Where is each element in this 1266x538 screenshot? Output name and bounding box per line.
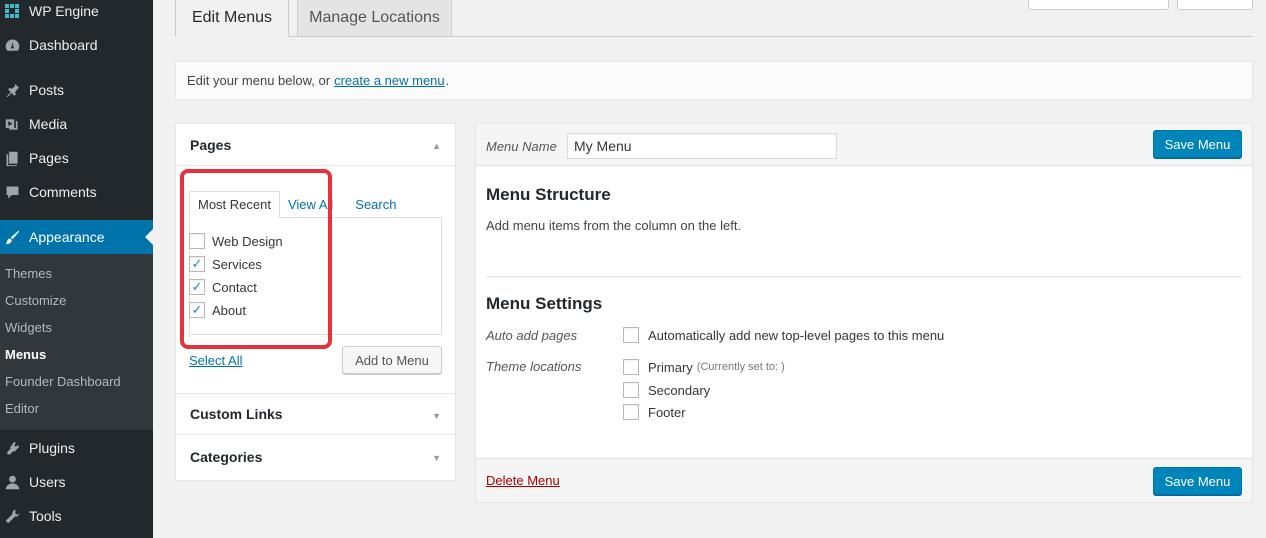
submenu-item-themes[interactable]: Themes	[5, 266, 52, 281]
submenu-item-founder-dashboard[interactable]: Founder Dashboard	[5, 374, 121, 389]
sidebar-item-comments[interactable]: Comments	[0, 175, 153, 209]
location-label: Footer	[648, 404, 686, 420]
user-icon	[2, 472, 22, 492]
save-menu-button-bottom[interactable]: Save Menu	[1153, 467, 1242, 495]
sidebar-item-label: Appearance	[29, 229, 105, 245]
comment-icon	[2, 182, 22, 202]
menu-settings-title: Menu Settings	[486, 294, 603, 313]
plugin-icon	[2, 438, 22, 458]
location-note: (Currently set to: )	[696, 361, 785, 373]
auto-add-pages-option[interactable]: Automatically add new top-level pages to…	[623, 327, 944, 343]
section-divider	[486, 276, 1242, 277]
notice-text: Edit your menu below, or	[187, 73, 331, 88]
submenu-item-customize[interactable]: Customize	[5, 293, 66, 308]
custom-links-section-header[interactable]: Custom Links ▼	[176, 393, 455, 435]
sidebar-item-label: Users	[29, 474, 66, 490]
menu-name-label: Menu Name	[486, 139, 557, 154]
theme-locations-label: Theme locations	[486, 359, 582, 374]
wrench-icon	[2, 506, 22, 526]
menu-structure-title: Menu Structure	[486, 185, 611, 204]
tab-search[interactable]: Search	[347, 191, 404, 218]
add-to-menu-button[interactable]: Add to Menu	[342, 346, 442, 374]
sidebar-item-label: Tools	[29, 508, 62, 524]
admin-sidebar: WP Engine Dashboard Posts Media Pages Co…	[0, 0, 153, 538]
pages-section-title: Pages	[190, 136, 232, 153]
appearance-submenu: Themes Customize Widgets Menus Founder D…	[0, 254, 153, 430]
sidebar-item-label: Pages	[29, 150, 69, 166]
expand-arrow-icon: ▼	[432, 411, 441, 421]
highlight-annotation-box	[180, 169, 332, 349]
menu-header: Menu Name Save Menu	[476, 124, 1252, 166]
sidebar-item-users[interactable]: Users	[0, 465, 153, 499]
menu-footer: Save Menu	[476, 458, 1252, 502]
sidebar-item-label: Dashboard	[29, 37, 98, 53]
brush-icon	[2, 227, 22, 247]
submenu-item-menus[interactable]: Menus	[5, 347, 46, 362]
tab-edit-menus[interactable]: Edit Menus	[175, 0, 289, 37]
custom-links-title: Custom Links	[190, 406, 283, 422]
checkbox[interactable]	[623, 327, 639, 343]
categories-title: Categories	[190, 449, 263, 465]
wp-engine-icon	[2, 1, 22, 21]
sidebar-item-label: WP Engine	[29, 3, 99, 19]
create-new-menu-link[interactable]: create a new menu	[334, 73, 445, 88]
select-all-link[interactable]: Select All	[189, 353, 242, 368]
sidebar-item-media[interactable]: Media	[0, 107, 153, 141]
sidebar-item-dashboard[interactable]: Dashboard	[0, 28, 153, 62]
collapse-arrow-icon: ▲	[432, 141, 441, 151]
edit-menu-notice: Edit your menu below, or create a new me…	[175, 61, 1253, 100]
sidebar-item-label: Media	[29, 116, 68, 132]
sidebar-item-label: Plugins	[29, 440, 75, 456]
pages-icon	[2, 148, 22, 168]
menu-name-input[interactable]	[567, 133, 837, 159]
dashboard-icon	[2, 35, 22, 55]
location-primary[interactable]: Primary (Currently set to: )	[623, 359, 785, 375]
help-button[interactable]	[1177, 0, 1253, 10]
auto-add-pages-label: Auto add pages	[486, 328, 578, 343]
location-label: Secondary	[648, 382, 711, 398]
auto-add-pages-text: Automatically add new top-level pages to…	[648, 327, 945, 343]
menu-management-panel: Menu Name Save Menu Menu Structure Add m…	[475, 123, 1253, 503]
location-footer[interactable]: Footer	[623, 404, 686, 420]
checkbox[interactable]	[623, 382, 639, 398]
checkbox[interactable]	[623, 359, 639, 375]
media-icon	[2, 114, 22, 134]
tab-manage-locations[interactable]: Manage Locations	[297, 0, 452, 37]
expand-arrow-icon: ▼	[432, 453, 441, 463]
location-label: Primary	[648, 359, 693, 375]
screen-options-button[interactable]	[1028, 0, 1169, 10]
sidebar-item-label: Posts	[29, 82, 65, 98]
sidebar-item-pages[interactable]: Pages	[0, 141, 153, 175]
sidebar-item-posts[interactable]: Posts	[0, 73, 153, 107]
submenu-item-editor[interactable]: Editor	[5, 401, 39, 416]
notice-suffix: .	[445, 73, 450, 88]
checkbox[interactable]	[623, 404, 639, 420]
save-menu-button[interactable]: Save Menu	[1153, 130, 1242, 158]
categories-section-header[interactable]: Categories ▼	[176, 436, 455, 478]
delete-menu-link[interactable]: Delete Menu	[486, 473, 560, 488]
sidebar-item-wp-engine[interactable]: WP Engine	[0, 0, 153, 28]
location-secondary[interactable]: Secondary	[623, 382, 710, 398]
sidebar-item-appearance[interactable]: Appearance	[0, 220, 153, 254]
submenu-item-widgets[interactable]: Widgets	[5, 320, 52, 335]
pin-icon	[2, 80, 22, 100]
menu-structure-hint: Add menu items from the column on the le…	[486, 218, 742, 233]
sidebar-item-tools[interactable]: Tools	[0, 499, 153, 533]
pages-section-header[interactable]: Pages ▲	[176, 124, 455, 166]
sidebar-item-label: Comments	[29, 184, 97, 200]
sidebar-item-plugins[interactable]: Plugins	[0, 431, 153, 465]
